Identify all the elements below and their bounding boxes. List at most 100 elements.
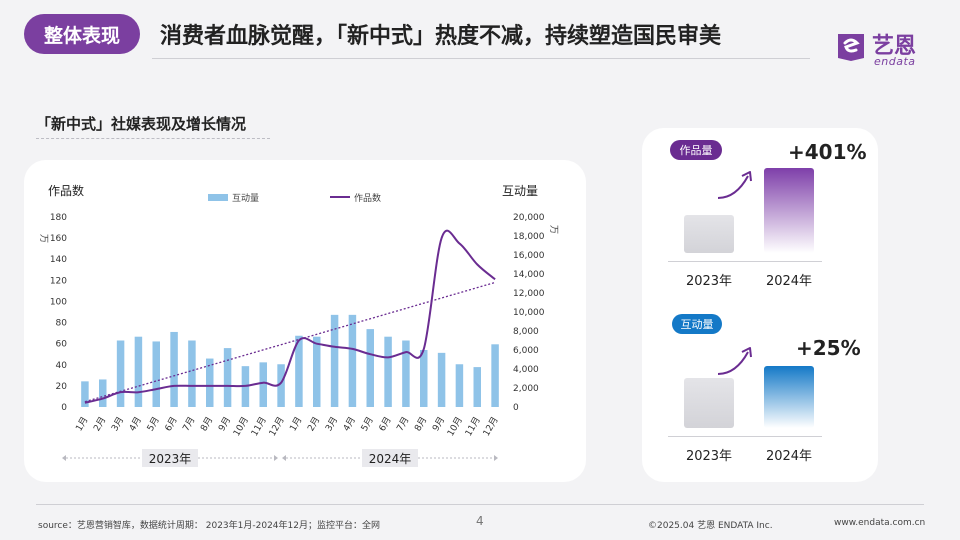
logo-text-en: endata: [874, 55, 916, 68]
left-axis-unit: 万: [38, 234, 48, 243]
interaction-bar: [152, 341, 160, 407]
category-label: 2月: [305, 415, 322, 433]
right-tick-label: 2,000: [513, 384, 539, 394]
category-label: 1月: [74, 415, 91, 433]
category-label: 7月: [395, 415, 412, 433]
interaction-bar: [348, 314, 357, 407]
interactions-year-b: 2024年: [765, 449, 813, 464]
left-tick-label: 60: [56, 340, 68, 350]
interactions-growth-arrow-icon: [717, 347, 752, 375]
category-label: 4月: [341, 415, 358, 433]
category-label: 12月: [481, 415, 501, 438]
category-label: 2月: [91, 415, 108, 433]
interaction-bar: [491, 344, 499, 407]
left-tick-label: 20: [56, 382, 68, 392]
interaction-bar: [116, 340, 125, 407]
headline-divider: [152, 58, 810, 59]
footer-source: source：艺恩营销智库，数据统计周期： 2023年1月-2024年12月；监…: [38, 521, 380, 531]
interaction-bar: [437, 352, 446, 407]
interactions-pill: 互动量: [672, 314, 722, 334]
left-tick-label: 180: [50, 213, 67, 223]
section-title: 「新中式」社媒表现及增长情况: [36, 115, 247, 133]
category-label: 3月: [323, 415, 340, 433]
interaction-bar: [99, 379, 107, 407]
category-label: 10月: [445, 415, 465, 438]
interaction-bar: [259, 362, 267, 407]
right-tick-label: 12,000: [513, 289, 545, 299]
interaction-bar: [420, 350, 428, 407]
interactions-growth-pct: +25%: [796, 336, 861, 360]
category-label: 6月: [377, 415, 394, 433]
interaction-bar: [473, 367, 481, 407]
interactions-year-a: 2023年: [685, 449, 733, 464]
footer-url: www.endata.com.cn: [834, 518, 926, 528]
left-tick-label: 120: [50, 276, 67, 286]
page-headline: 消费者血脉觉醒，「新中式」热度不减，持续塑造国民审美: [160, 24, 722, 49]
interaction-bar: [384, 336, 392, 407]
category-label: 11月: [463, 415, 483, 438]
legend-label-line: 作品数: [354, 192, 381, 204]
category-label: 7月: [181, 415, 198, 433]
interaction-bar: [366, 329, 374, 407]
footer-copyright: ©2025.04 艺恩 ENDATA Inc.: [648, 521, 773, 531]
left-axis-title: 作品数: [48, 183, 84, 198]
category-label: 9月: [430, 415, 447, 433]
left-tick-label: 160: [50, 234, 67, 244]
year-group-arrow-left-icon: [62, 455, 66, 461]
interaction-bar: [313, 336, 321, 407]
year-group-arrow-right-icon: [494, 455, 498, 461]
trend-chart-card: 作品数 互动量万万互动量 作品数 0 20 40 60 80 100 120 140 160 180 0 2…: [24, 160, 586, 482]
category-label: 1月: [288, 415, 305, 433]
category-label: 4月: [127, 415, 144, 433]
category-label: 8月: [412, 415, 429, 433]
left-tick-label: 140: [50, 255, 67, 265]
category-label: 12月: [267, 415, 287, 438]
year-group-arrow-left-icon: [282, 455, 286, 461]
right-tick-label: 6,000: [513, 346, 539, 356]
right-tick-label: 0: [513, 403, 519, 413]
trend-chart: 作品数 互动量万万互动量 作品数02040608010012014016018002…: [38, 183, 558, 467]
works-trendline: [84, 281, 496, 403]
interaction-bar: [188, 340, 196, 407]
year-group-arrow-right-icon: [274, 455, 278, 461]
category-label: 9月: [216, 415, 233, 433]
right-axis-title: 互动量: [502, 184, 538, 198]
footer-divider: [36, 504, 924, 505]
left-tick-label: 100: [50, 297, 67, 307]
interaction-bar: [170, 331, 178, 407]
works-pill: 作品量: [670, 140, 722, 160]
left-tick-label: 80: [56, 319, 68, 329]
section-tag: 整体表现: [24, 14, 140, 54]
year-group-label: 2024年: [369, 452, 412, 466]
right-tick-label: 8,000: [513, 327, 539, 337]
growth-card: 作品量 +401% 2023年 2024年 互动量 +25% 2023年 202…: [642, 128, 878, 482]
works-year-b: 2024年: [765, 274, 813, 289]
works-growth-arrow-icon: [717, 171, 752, 199]
right-axis-unit: 万: [548, 225, 558, 234]
endata-logo-icon: [838, 34, 864, 61]
legend-label-bar: 互动量: [232, 193, 259, 204]
right-tick-label: 16,000: [513, 251, 545, 261]
interaction-bar: [134, 336, 143, 407]
category-label: 10月: [231, 415, 251, 438]
interaction-bar: [402, 340, 410, 407]
right-tick-label: 4,000: [513, 365, 539, 375]
works-2024-bar: [764, 168, 814, 253]
interactions-baseline: [668, 436, 822, 437]
page-number: 4: [476, 514, 484, 528]
right-tick-label: 18,000: [513, 232, 545, 242]
interaction-bar: [455, 364, 464, 407]
right-tick-label: 20,000: [513, 213, 545, 223]
category-label: 5月: [359, 415, 376, 433]
category-label: 6月: [163, 415, 180, 433]
works-line: [84, 229, 496, 404]
works-baseline: [668, 261, 822, 262]
right-tick-label: 14,000: [513, 270, 545, 280]
left-tick-label: 40: [56, 361, 68, 371]
category-label: 11月: [249, 415, 269, 438]
interactions-2023-bar: [684, 378, 734, 428]
works-year-a: 2023年: [685, 274, 733, 289]
section-title-divider: [36, 138, 270, 139]
right-tick-label: 10,000: [513, 308, 545, 318]
works-2023-bar: [684, 215, 734, 253]
